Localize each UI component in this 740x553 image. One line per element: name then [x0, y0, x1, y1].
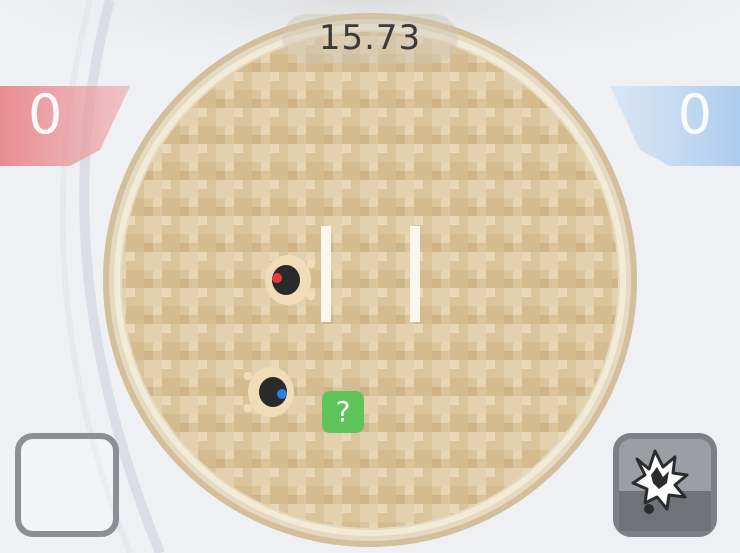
- blue-team-score: 0: [677, 83, 712, 146]
- blue-wrestler: [244, 367, 294, 417]
- start-line-left: [321, 226, 331, 322]
- blue-team-panel: [590, 86, 740, 166]
- red-wrestler: [265, 255, 315, 305]
- red-wrestler-marker: [272, 273, 282, 283]
- red-team-score: 0: [28, 83, 63, 146]
- blue-wrestler-marker: [277, 389, 287, 399]
- mystery-powerup-box: ?: [322, 391, 364, 433]
- start-line-right: [410, 226, 420, 322]
- game-stage: 0 0 15.73 ?: [0, 0, 740, 553]
- explosion-icon: [619, 449, 711, 531]
- red-team-panel: [0, 86, 150, 166]
- right-action-button[interactable]: [613, 433, 717, 537]
- match-timer: 15.73: [318, 18, 422, 58]
- ring-sand: [122, 32, 618, 528]
- left-action-button[interactable]: [15, 433, 119, 537]
